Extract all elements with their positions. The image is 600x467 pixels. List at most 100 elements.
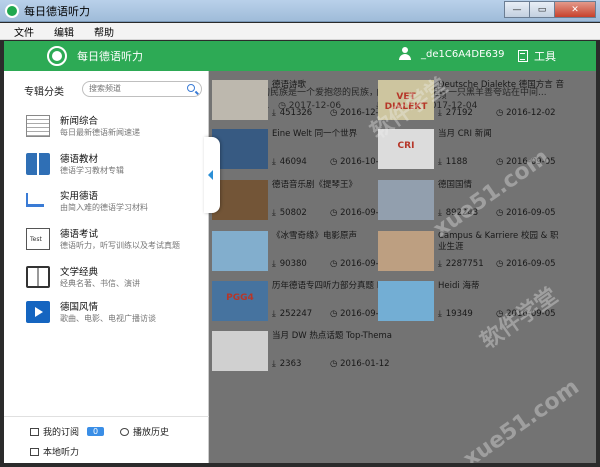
publish-date: ◷ 2016-01-12 (330, 359, 390, 369)
open-book-icon (26, 266, 50, 288)
album-meta: ⤓ 27192 ◷ 2016-12-02 (438, 108, 564, 118)
album-card[interactable]: 当月 DW 热点话题 Top-Thema ⤓ 2363 ◷ 2016-01-12 (212, 331, 398, 377)
album-title[interactable]: 当月 CRI 新闻 (438, 129, 564, 140)
download-count: 46094 (279, 157, 307, 167)
download-icon: ⤓ (272, 259, 276, 269)
album-thumbnail[interactable] (378, 281, 434, 321)
menu-edit[interactable]: 编辑 (54, 24, 74, 39)
user-account[interactable]: _de1C6A4DE639 (399, 47, 505, 61)
window-title: 每日德语听力 (24, 4, 90, 18)
sidebar-collapse-toggle[interactable] (204, 137, 220, 213)
category-news[interactable]: 新闻综合 每日最新德语新闻速递 (26, 113, 201, 145)
category-desc: 经典名著、书信、演讲 (60, 279, 140, 288)
album-meta: ⤓ 2287751 ◷ 2016-09-05 (438, 259, 564, 269)
download-count: 2287751 (445, 259, 484, 269)
download-count: 2363 (279, 359, 302, 369)
download-count: 90380 (279, 259, 307, 269)
tools-icon (518, 50, 528, 62)
category-exam[interactable]: 德语考试 德语听力，听写训练以及考试真题 (26, 226, 201, 258)
download-icon: ⤓ (272, 157, 276, 167)
app-header-logo-icon (47, 46, 67, 66)
album-card[interactable]: Campus & Karriere 校园 & 职业生涯 ⤓ 2287751 ◷ 201… (378, 231, 564, 277)
download-icon: ⤓ (272, 359, 276, 369)
album-thumbnail[interactable] (212, 129, 268, 169)
category-name: 德国风情 (60, 302, 99, 313)
username: _de1C6A4DE639 (421, 48, 505, 60)
category-desc: 歌曲、电影、电视广播访谈 (60, 314, 156, 323)
category-name: 实用德语 (60, 191, 99, 202)
publish-date: ◷ 2016-12-02 (496, 108, 556, 118)
category-name: 德语教材 (60, 154, 99, 165)
tools-label: 工具 (534, 50, 556, 63)
album-thumbnail[interactable]: PGG4 (212, 281, 268, 321)
app-header: 每日德语听力 _de1C6A4DE639 工具 (4, 41, 596, 71)
download-icon: ⤓ (272, 108, 276, 118)
local-label: 本地听力 (43, 448, 80, 458)
album-thumbnail[interactable] (378, 231, 434, 271)
user-icon (399, 47, 411, 61)
rss-icon (30, 427, 39, 436)
folder-icon (30, 447, 39, 456)
album-card[interactable]: PGG4 历年德语专四听力部分真题 PGG ⤓ 252247 ◷ 2016-09-05 (212, 281, 398, 327)
sidebar-heading: 专辑分类 (24, 87, 64, 98)
history-label: 播放历史 (133, 428, 170, 438)
category-culture[interactable]: 德国风情 歌曲、电影、电视广播访谈 (26, 299, 201, 331)
maximize-button[interactable]: ▭ (529, 1, 555, 18)
thumbnail-label: PGG4 (226, 293, 254, 303)
download-count: 451326 (279, 108, 313, 118)
exam-icon (26, 228, 50, 250)
subscription-count-badge: 0 (87, 427, 105, 436)
film-icon (26, 301, 50, 323)
album-title[interactable]: Campus & Karriere 校园 & 职业生涯 (438, 231, 564, 253)
category-desc: 由简入难的德语学习材料 (60, 203, 148, 212)
search-icon[interactable] (187, 84, 195, 92)
sidebar-footer: 我的订阅 0 播放历史 本地听力 (4, 416, 209, 463)
menu-file[interactable]: 文件 (14, 24, 34, 39)
category-name: 德语考试 (60, 229, 99, 240)
album-card[interactable]: 《冰雪奇缘》电影原声 ⤓ 90380 ◷ 2016-09-05 (212, 231, 398, 277)
download-icon: ⤓ (438, 309, 442, 319)
download-count: 19349 (445, 309, 473, 319)
download-icon: ⤓ (438, 259, 442, 269)
category-desc: 德语学习教材专辑 (60, 166, 124, 175)
category-desc: 每日最新德语新闻速递 (60, 128, 140, 137)
album-title[interactable]: 当月 DW 热点话题 Top-Thema (272, 331, 398, 342)
category-name: 文学经典 (60, 267, 99, 278)
download-count: 50802 (279, 208, 307, 218)
category-desc: 德语听力，听写训练以及考试真题 (60, 241, 180, 250)
menu-bar: 文件 编辑 帮助 (0, 23, 600, 40)
download-count: 1188 (445, 157, 468, 167)
album-card[interactable]: 德语音乐剧《提琴王》 ⤓ 50802 ◷ 2016-09-05 (212, 180, 398, 226)
watermark: xue51.com (459, 374, 584, 463)
download-icon: ⤓ (438, 157, 442, 167)
publish-date: ◷ 2016-09-05 (496, 259, 556, 269)
close-button[interactable]: ✕ (554, 1, 596, 18)
minimize-button[interactable]: — (504, 1, 530, 18)
category-literature[interactable]: 文学经典 经典名著、书信、演讲 (26, 264, 201, 296)
my-subscriptions-link[interactable]: 我的订阅 0 (30, 425, 105, 438)
album-meta: ⤓ 2363 ◷ 2016-01-12 (272, 359, 398, 369)
book-icon (26, 153, 50, 175)
album-thumbnail[interactable] (212, 180, 268, 220)
download-icon: ⤓ (272, 309, 276, 319)
local-audio-link[interactable]: 本地听力 (30, 445, 79, 458)
album-thumbnail[interactable] (212, 80, 268, 120)
play-history-link[interactable]: 播放历史 (120, 425, 169, 438)
download-count: 27192 (445, 108, 473, 118)
search-input[interactable] (89, 84, 179, 93)
channel-search[interactable] (82, 81, 202, 97)
category-practical[interactable]: 实用德语 由简入难的德语学习材料 (26, 188, 201, 220)
tools-menu[interactable]: 工具 (518, 48, 556, 64)
cart-icon (26, 193, 44, 207)
category-textbooks[interactable]: 德语教材 德语学习教材专辑 (26, 151, 201, 183)
album-thumbnail[interactable] (212, 231, 268, 271)
publish-date: ◷ 2016-09-05 (496, 208, 556, 218)
album-thumbnail[interactable] (378, 180, 434, 220)
download-count: 252247 (279, 309, 313, 319)
menu-help[interactable]: 帮助 (94, 24, 114, 39)
album-title[interactable]: Deutsche Dialekte 德国方言 音频 (438, 80, 564, 102)
album-thumbnail[interactable] (212, 331, 268, 371)
newspaper-icon (26, 115, 50, 137)
download-icon: ⤓ (272, 208, 276, 218)
album-card[interactable]: Eine Welt 同一个世界 ⤓ 46094 ◷ 2016-10-26 (212, 129, 398, 175)
